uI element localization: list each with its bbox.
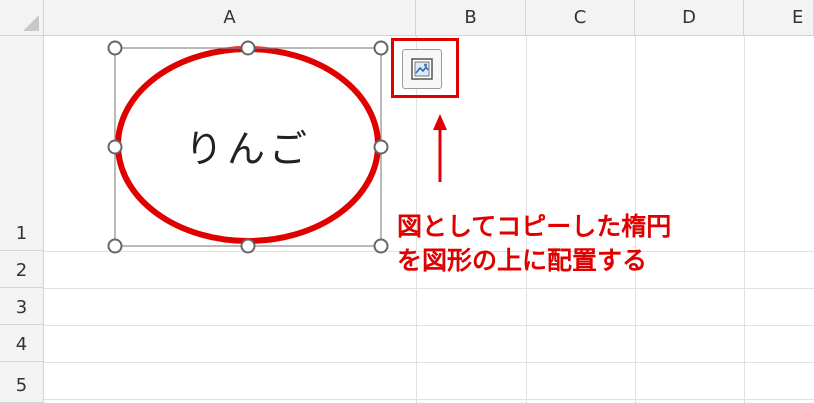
row-header-4[interactable]: 4 bbox=[0, 325, 44, 362]
row-header-1[interactable]: 1 bbox=[0, 36, 44, 251]
paste-options-button[interactable] bbox=[402, 49, 442, 89]
paste-options-icon bbox=[411, 58, 433, 80]
select-all-triangle-icon bbox=[23, 15, 39, 31]
column-header-c[interactable]: C bbox=[526, 0, 635, 36]
row-header-2[interactable]: 2 bbox=[0, 251, 44, 288]
grid-line bbox=[44, 362, 814, 363]
grid-line bbox=[44, 288, 814, 289]
row-header-5[interactable]: 5 bbox=[0, 362, 44, 403]
column-header-d[interactable]: D bbox=[635, 0, 744, 36]
grid-line bbox=[44, 325, 814, 326]
row-header-3[interactable]: 3 bbox=[0, 288, 44, 325]
annotation-line-1: 図としてコピーした楕円 bbox=[397, 212, 672, 241]
column-header-a[interactable]: A bbox=[44, 0, 416, 36]
column-header-b[interactable]: B bbox=[416, 0, 526, 36]
grid-line bbox=[744, 36, 745, 403]
annotation-line-2: を図形の上に配置する bbox=[397, 246, 648, 275]
annotation-text: 図としてコピーした楕円 を図形の上に配置する bbox=[397, 210, 671, 278]
select-all-button[interactable] bbox=[0, 0, 44, 36]
shape-text: りんご bbox=[184, 126, 311, 171]
column-header-e[interactable]: E bbox=[744, 0, 814, 36]
grid-line bbox=[44, 399, 814, 400]
